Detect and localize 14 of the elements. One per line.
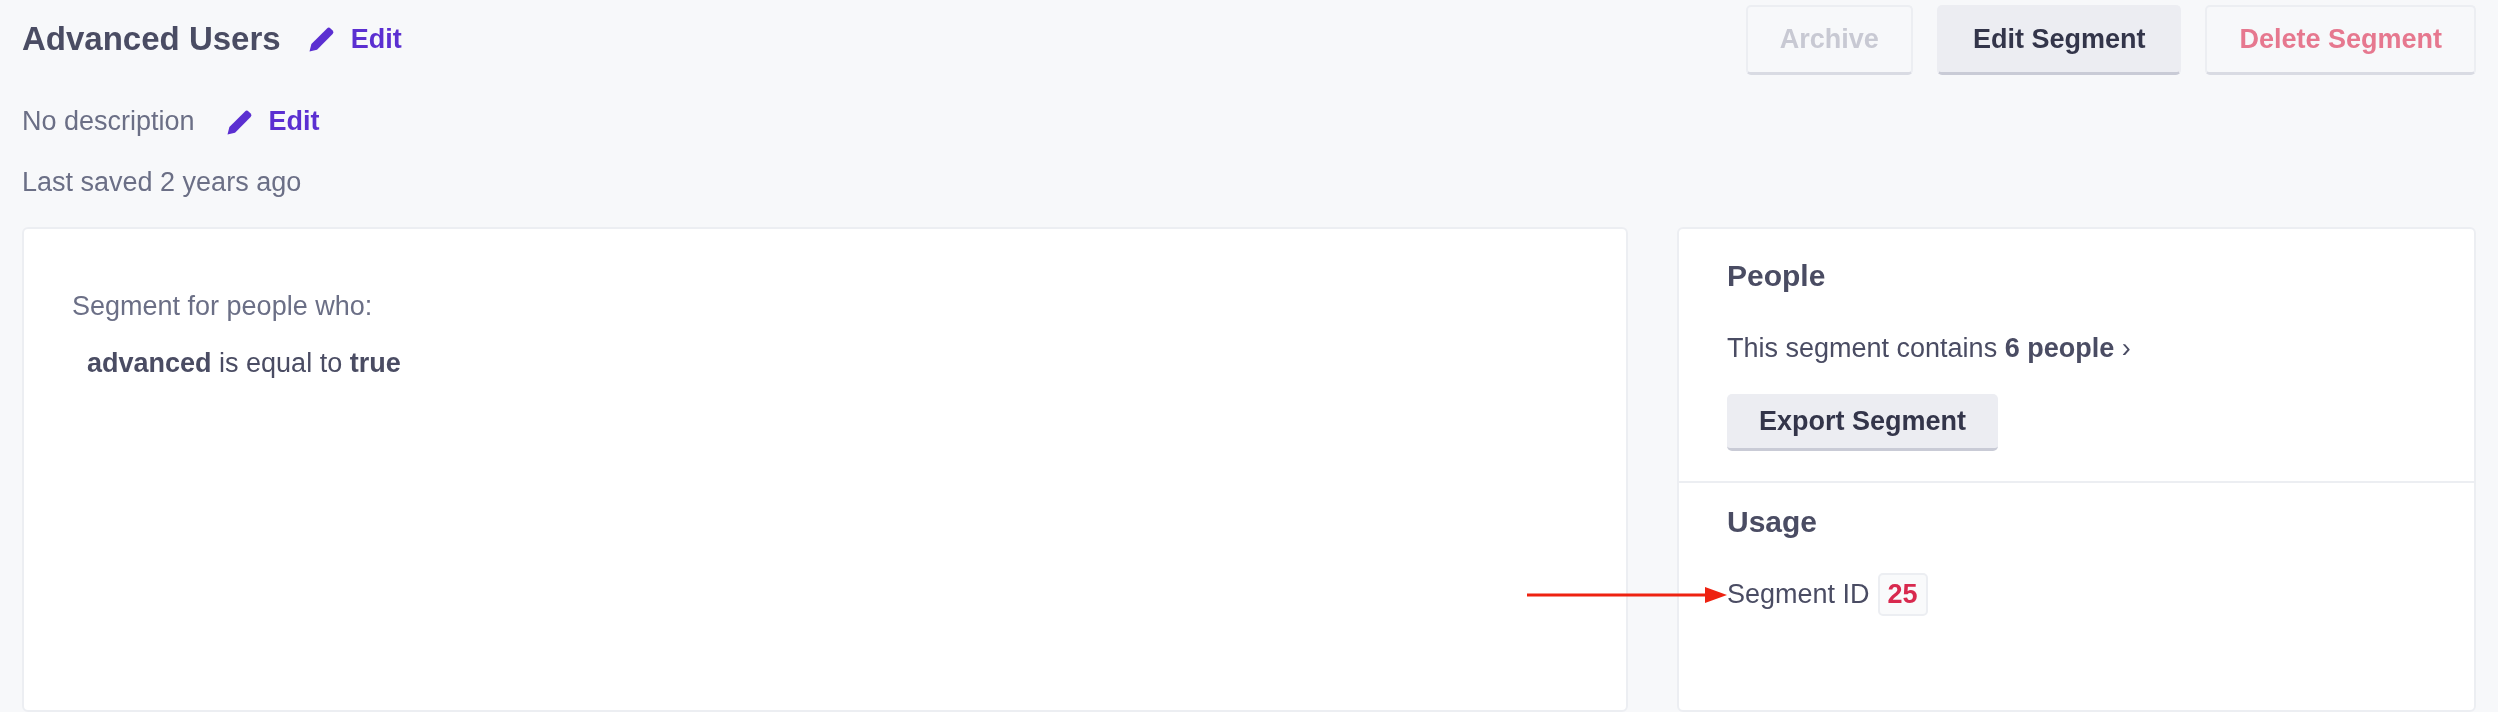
edit-segment-button[interactable]: Edit Segment	[1936, 5, 2182, 75]
definition-intro: Segment for people who:	[72, 291, 374, 322]
section-heading: Usage	[1727, 505, 1819, 539]
edit-link[interactable]: Edit	[224, 106, 320, 137]
export-segment-button[interactable]: Export Segment	[1727, 394, 1999, 451]
section-heading: People	[1727, 259, 1827, 293]
last-saved-text: Last saved 2 years ago	[22, 167, 303, 198]
page-title: Advanced Users	[22, 20, 281, 58]
segment-id-label: Segment ID	[1727, 579, 1870, 610]
edit-link[interactable]: Edit	[306, 23, 402, 55]
description-text: No description	[22, 106, 195, 137]
rule-text: advanced is equal to true	[86, 348, 402, 379]
segment-id-value: 25	[1877, 573, 1928, 616]
people-count-link[interactable]: This segment contains 6 people ›	[1727, 333, 2131, 364]
